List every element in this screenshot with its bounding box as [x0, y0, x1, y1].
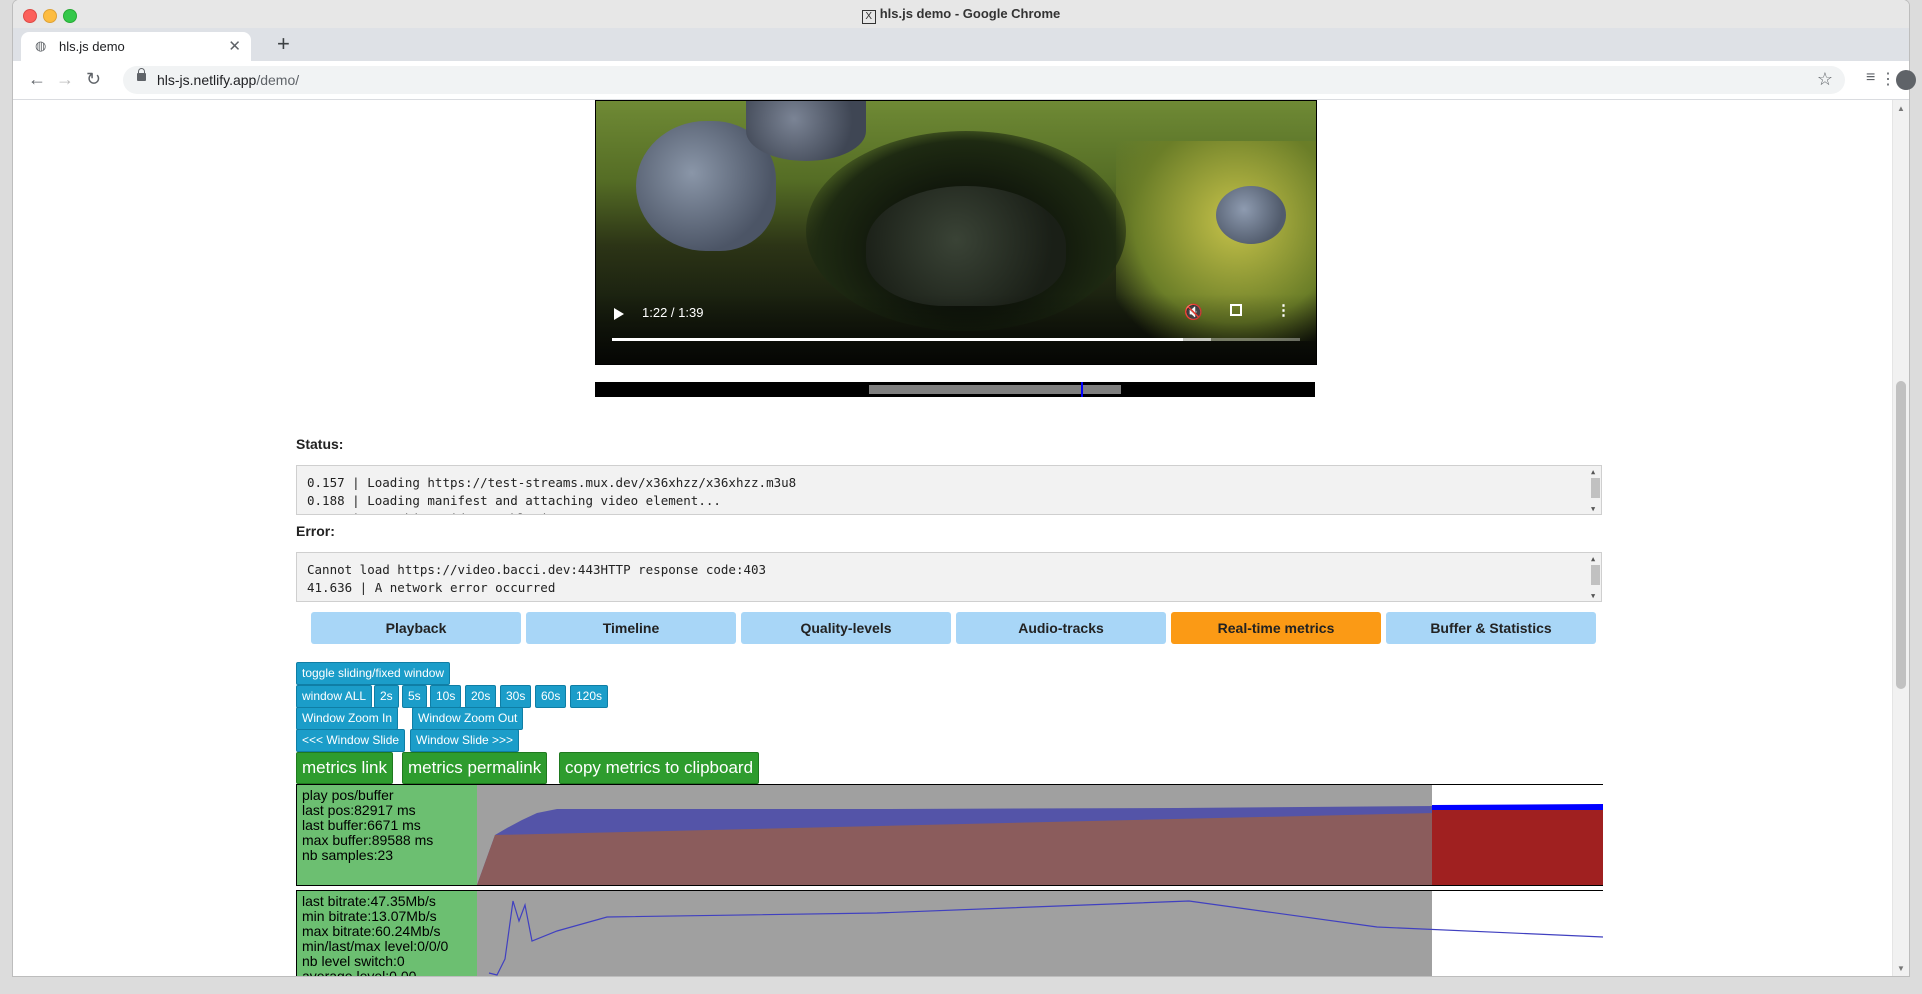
bitrate-metric-line: min bitrate:13.07Mb/s — [302, 908, 437, 924]
window-2s-button[interactable]: 2s — [374, 685, 399, 708]
buffer-metrics-panel: play pos/buffer last pos:82917 ms last buf… — [296, 784, 1603, 886]
fullscreen-icon[interactable] — [1230, 304, 1242, 316]
chrome-menu-icon[interactable]: ⋮ — [1880, 69, 1896, 89]
video-controls — [596, 294, 1316, 364]
bookmark-star-icon[interactable]: ☆ — [1817, 69, 1833, 90]
buffer-metric-line: play pos/buffer — [302, 787, 394, 803]
bitrate-line — [488, 900, 1603, 976]
url-text: hls-js.netlify.app/demo/ — [157, 72, 300, 88]
profile-avatar-icon[interactable] — [1896, 70, 1916, 90]
more-vert-icon[interactable]: ⋮ — [1276, 301, 1291, 319]
buffer-metric-line: max buffer:89588 ms — [302, 832, 434, 848]
window-slide-right-button[interactable]: Window Slide >>> — [410, 729, 520, 752]
tab-buffer-statistics[interactable]: Buffer & Statistics — [1386, 612, 1596, 644]
metrics-permalink-button[interactable]: metrics permalink — [402, 752, 548, 784]
buffer-metric-line: last pos:82917 ms — [302, 802, 416, 818]
browser-window: Xhls.js demo - Google Chrome ◍ hls.js de… — [13, 0, 1909, 976]
status-scrollbar[interactable]: ▲ ▼ — [1589, 466, 1601, 514]
page-scrollbar[interactable]: ▲ ▼ — [1892, 100, 1909, 976]
window-slide-left-button[interactable]: <<< Window Slide — [296, 729, 406, 752]
status-label: Status: — [296, 436, 344, 452]
muted-speaker-icon[interactable]: 🔇 — [1184, 303, 1203, 321]
buffer-metrics-info: play pos/buffer last pos:82917 ms last buf… — [297, 785, 477, 885]
window-30s-button[interactable]: 30s — [500, 685, 532, 708]
window-title: Xhls.js demo - Google Chrome — [13, 6, 1909, 24]
live-play-position-area — [1432, 810, 1603, 885]
scroll-down-arrow[interactable]: ▼ — [1897, 964, 1905, 973]
window-5s-button[interactable]: 5s — [402, 685, 427, 708]
window-120s-button[interactable]: 120s — [570, 685, 609, 708]
window-zoom-in-button[interactable]: Window Zoom In — [296, 707, 399, 730]
tab-audio-tracks[interactable]: Audio-tracks — [956, 612, 1166, 644]
window-10s-button[interactable]: 10s — [430, 685, 462, 708]
back-button[interactable]: ← — [28, 69, 46, 89]
scroll-up-arrow[interactable]: ▲ — [1897, 104, 1905, 113]
status-log: 0.157 | Loading https://test-streams.mux… — [296, 465, 1602, 515]
error-log: Cannot load https://video.bacci.dev:443H… — [296, 552, 1602, 602]
buffer-chart — [477, 804, 1603, 885]
video-played-fill — [612, 338, 1184, 341]
buffer-metric-line: last buffer:6671 ms — [302, 817, 421, 833]
bitrate-metric-line: last bitrate:47.35Mb/s — [302, 893, 436, 909]
bitrate-metric-line: nb level switch:0 — [302, 953, 405, 969]
status-log-line: 0.312 | Attaching video to hls.js — [307, 510, 796, 514]
bitrate-metric-line: max bitrate:60.24Mb/s — [302, 923, 441, 939]
reload-button[interactable]: ↻ — [86, 69, 101, 89]
window-20s-button[interactable]: 20s — [465, 685, 497, 708]
browser-toolbar: ← → ↻ hls-js.netlify.app/demo/ ☆ — [13, 61, 1909, 100]
page-viewport: 1:22 / 1:39 🔇 ⋮ Status: 0.157 | Loading … — [13, 100, 1893, 976]
status-log-line: 0.157 | Loading https://test-streams.mux… — [307, 475, 797, 490]
copy-metrics-button[interactable]: copy metrics to clipboard — [559, 752, 760, 784]
window-all-button[interactable]: window ALL — [296, 685, 373, 708]
buffered-ranges-bar — [595, 382, 1315, 397]
status-log-line: 0.188 | Loading manifest and attaching v… — [307, 493, 721, 508]
video-player[interactable]: 1:22 / 1:39 🔇 ⋮ — [595, 100, 1317, 365]
bitrate-metric-line: average level:0.00 — [302, 968, 417, 977]
play-icon[interactable] — [614, 308, 624, 320]
bitrate-metrics-panel: last bitrate:47.35Mb/s min bitrate:13.07M… — [296, 890, 1603, 976]
playhead-marker — [1081, 382, 1083, 397]
title-bar: Xhls.js demo - Google Chrome — [13, 0, 1909, 29]
address-bar[interactable]: hls-js.netlify.app/demo/ ☆ — [123, 66, 1845, 94]
window-zoom-out-button[interactable]: Window Zoom Out — [412, 707, 524, 730]
bitrate-chart — [488, 900, 1603, 976]
close-tab-icon[interactable]: ✕ — [228, 37, 241, 55]
tab-strip: ◍ hls.js demo ✕ + — [13, 28, 1909, 61]
tab-real-time-metrics[interactable]: Real-time metrics — [1171, 612, 1381, 644]
error-log-line: Cannot load https://video.bacci.dev:443H… — [307, 562, 767, 577]
window-60s-button[interactable]: 60s — [535, 685, 567, 708]
lock-icon — [137, 68, 146, 81]
tab-quality-levels[interactable]: Quality-levels — [741, 612, 951, 644]
x-app-icon: X — [861, 10, 876, 24]
error-label: Error: — [296, 523, 335, 539]
new-tab-button[interactable]: + — [277, 33, 290, 55]
scrollbar-thumb[interactable] — [1896, 381, 1906, 689]
bitrate-metric-line: min/last/max level:0/0/0 — [302, 938, 449, 954]
live-buffer-top-area — [1432, 804, 1603, 810]
error-scrollbar[interactable]: ▲ ▼ — [1589, 553, 1601, 601]
tab-playback[interactable]: Playback — [311, 612, 521, 644]
toggle-window-button[interactable]: toggle sliding/fixed window — [296, 662, 451, 685]
media-control-icon[interactable]: ≡ — [1866, 69, 1875, 87]
forward-button[interactable]: → — [56, 69, 74, 89]
video-frame — [866, 186, 1066, 306]
metrics-link-button[interactable]: metrics link — [296, 752, 394, 784]
tab-timeline[interactable]: Timeline — [526, 612, 736, 644]
browser-tab[interactable]: ◍ hls.js demo ✕ — [21, 32, 251, 61]
tab-title: hls.js demo — [59, 39, 125, 54]
bitrate-metrics-info: last bitrate:47.35Mb/s min bitrate:13.07M… — [297, 891, 477, 976]
buffer-metric-line: nb samples:23 — [302, 847, 394, 863]
globe-icon: ◍ — [35, 38, 47, 53]
video-time: 1:22 / 1:39 — [642, 305, 704, 320]
error-log-line: 41.636 | A network error occurred — [307, 580, 556, 595]
video-progress-bar[interactable] — [612, 338, 1300, 341]
